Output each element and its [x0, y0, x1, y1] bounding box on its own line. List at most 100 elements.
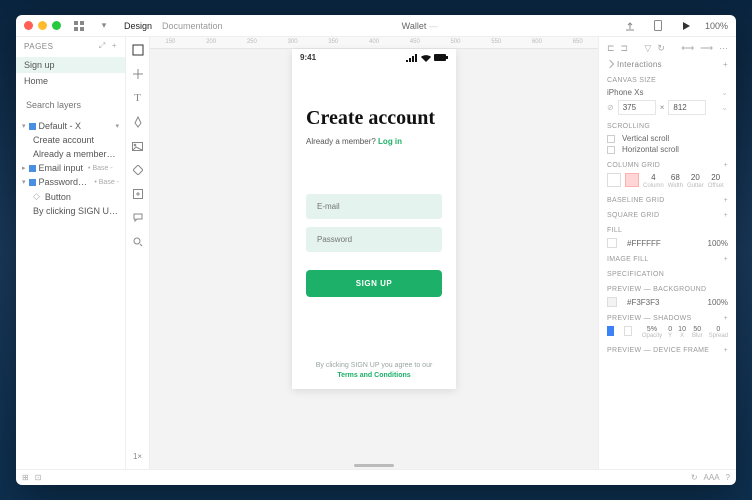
fill-label: FILL: [607, 227, 728, 234]
footer-sync-icon[interactable]: ↻: [691, 473, 698, 482]
search-layers-input[interactable]: [22, 97, 119, 113]
layers-tree: ▾Default - X▾ Create account Already a m…: [16, 119, 125, 218]
preview-shadow-label: PREVIEW — SHADOWS+: [607, 315, 728, 322]
flip-v-icon[interactable]: ⟶: [700, 43, 713, 54]
canvas-width[interactable]: [618, 100, 656, 115]
tool-component[interactable]: [131, 163, 145, 177]
lock-icon[interactable]: ⊘: [607, 103, 614, 112]
tool-scale[interactable]: 1×: [131, 449, 145, 463]
document-title: Wallet —: [228, 21, 612, 31]
tool-add[interactable]: [131, 187, 145, 201]
grid-preview-icon[interactable]: [625, 173, 639, 187]
align-center-icon[interactable]: ⊐: [621, 43, 629, 54]
member-text: Already a member? Log in: [306, 137, 442, 146]
canvas-size-label: CANVAS SIZE: [607, 77, 728, 84]
app-window: ▾ Design Documentation Wallet — 100% PAG…: [16, 15, 736, 485]
flip-h-icon[interactable]: ⟷: [681, 43, 694, 54]
mode-tabs: Design Documentation: [124, 21, 223, 31]
phone-icon[interactable]: [651, 19, 665, 33]
signal-icon: [406, 54, 418, 62]
layer-email-input[interactable]: ▸Email input• Base -: [16, 161, 125, 175]
password-field[interactable]: [306, 227, 442, 252]
zoom-level[interactable]: 100%: [705, 21, 728, 31]
tool-text[interactable]: T: [131, 91, 145, 105]
status-time: 9:41: [300, 53, 316, 62]
page-home[interactable]: Home: [16, 73, 125, 89]
baseline-grid-label[interactable]: BASELINE GRID+: [607, 197, 728, 204]
interactions-header[interactable]: Interactions+: [607, 60, 728, 69]
tool-pen[interactable]: [131, 115, 145, 129]
traffic-lights: [24, 21, 61, 30]
titlebar: ▾ Design Documentation Wallet — 100%: [16, 15, 736, 37]
main: PAGES ⤢ + Sign up Home ▾Default - X▾ Cre…: [16, 37, 736, 469]
terms-text: By clicking SIGN UP you agree to our Ter…: [306, 361, 442, 381]
image-fill-label[interactable]: IMAGE FILL+: [607, 256, 728, 263]
minimize-dot[interactable]: [38, 21, 47, 30]
hscroll-checkbox[interactable]: [607, 146, 615, 154]
tool-move[interactable]: [131, 67, 145, 81]
expand-icon[interactable]: ⤢: [99, 41, 106, 51]
fill-swatch[interactable]: [607, 238, 617, 248]
upload-icon[interactable]: [623, 19, 637, 33]
toolbar: T 1×: [126, 37, 150, 469]
email-field[interactable]: [306, 194, 442, 219]
close-dot[interactable]: [24, 21, 33, 30]
tool-search[interactable]: [131, 235, 145, 249]
rotate-icon[interactable]: ↻: [657, 43, 665, 54]
align-left-icon[interactable]: ⊏: [607, 43, 615, 54]
footer-icon-2[interactable]: ⊡: [35, 473, 42, 482]
signup-button[interactable]: SIGN UP: [306, 270, 442, 297]
preview-bg-label: PREVIEW — BACKGROUND: [607, 286, 728, 293]
layer-already-member[interactable]: Already a member? ...: [16, 147, 125, 161]
play-icon[interactable]: [679, 19, 693, 33]
fill-hex[interactable]: #FFFFFF: [627, 239, 661, 248]
tab-design[interactable]: Design: [124, 21, 152, 31]
pages-header: PAGES ⤢ +: [16, 37, 125, 55]
terms-link[interactable]: Terms and Conditions: [337, 372, 410, 379]
tool-frame[interactable]: [131, 43, 145, 57]
maximize-dot[interactable]: [52, 21, 61, 30]
scrolling-label: SCROLLING: [607, 123, 728, 130]
footer-help-icon[interactable]: ?: [726, 473, 730, 482]
layer-password-input[interactable]: ▾Password in...• Base -: [16, 175, 125, 189]
shadow-toggle[interactable]: [624, 326, 631, 336]
layer-terms-text[interactable]: By clicking SIGN UP ...: [16, 204, 125, 218]
grid-icon[interactable]: [72, 19, 86, 33]
specification-label[interactable]: SPECIFICATION: [607, 271, 728, 278]
shadow-swatch[interactable]: [607, 326, 614, 336]
layer-button[interactable]: ◇Button: [16, 189, 125, 204]
titlebar-actions: 100%: [617, 19, 728, 33]
heading: Create account: [306, 108, 442, 129]
page-signup[interactable]: Sign up: [16, 57, 125, 73]
add-page-icon[interactable]: +: [112, 41, 117, 51]
status-bar: 9:41: [292, 49, 456, 66]
layer-default-x[interactable]: ▾Default - X▾: [16, 119, 125, 133]
login-link[interactable]: Log in: [378, 137, 402, 146]
vscroll-checkbox[interactable]: [607, 135, 615, 143]
square-grid-label[interactable]: SQUARE GRID+: [607, 212, 728, 219]
column-grid-label: COLUMN GRID+: [607, 162, 728, 169]
footer-aaa: AAA: [704, 473, 720, 482]
battery-icon: [434, 54, 448, 61]
preview-bg-opacity[interactable]: 100%: [708, 298, 728, 307]
tool-comment[interactable]: [131, 211, 145, 225]
preview-device-label[interactable]: PREVIEW — DEVICE FRAME+: [607, 347, 728, 354]
preview-bg-hex[interactable]: #F3F3F3: [627, 298, 659, 307]
canvas[interactable]: 150200250300350400450500550600650 9:41 C…: [150, 37, 598, 469]
fill-opacity[interactable]: 100%: [708, 239, 728, 248]
tool-image[interactable]: [131, 139, 145, 153]
footer-icon-1[interactable]: ⊞: [22, 473, 29, 482]
inspector-toolbar: ⊏ ⊐ ▽ ↻ ⟷ ⟶ ⋯: [607, 41, 728, 60]
canvas-height[interactable]: [668, 100, 706, 115]
preview-bg-swatch[interactable]: [607, 297, 617, 307]
left-sidebar: PAGES ⤢ + Sign up Home ▾Default - X▾ Cre…: [16, 37, 126, 469]
chevron-down-icon[interactable]: ▾: [97, 19, 111, 33]
phone-artboard[interactable]: 9:41 Create account Already a member? Lo…: [292, 49, 456, 389]
filter-icon[interactable]: ▽: [644, 43, 651, 54]
tab-documentation[interactable]: Documentation: [162, 21, 223, 31]
pages-list: Sign up Home: [16, 55, 125, 91]
more-icon[interactable]: ⋯: [719, 43, 728, 54]
layer-create-account[interactable]: Create account: [16, 133, 125, 147]
device-select[interactable]: iPhone Xs: [607, 88, 643, 97]
grid-toggle-icon[interactable]: [607, 173, 621, 187]
